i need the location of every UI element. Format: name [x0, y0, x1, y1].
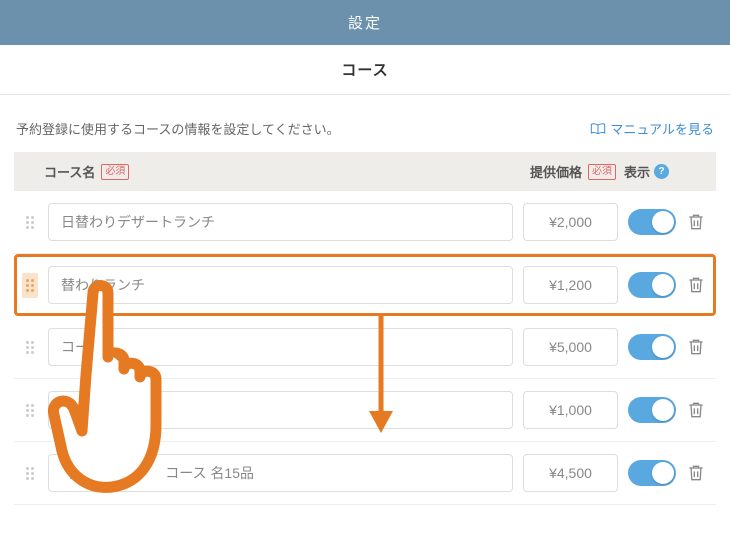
course-name-input[interactable]	[48, 203, 513, 241]
trash-icon	[686, 463, 706, 483]
visibility-toggle[interactable]	[628, 272, 676, 298]
visibility-toggle[interactable]	[628, 397, 676, 423]
course-row	[14, 442, 716, 505]
course-row	[14, 254, 716, 316]
course-price-input[interactable]	[523, 203, 618, 241]
column-price-label: 提供価格	[530, 162, 582, 181]
rows-container	[14, 191, 716, 505]
column-name: コース名 必須	[44, 162, 504, 181]
drag-handle-icon[interactable]	[22, 216, 38, 229]
column-name-label: コース名	[44, 162, 95, 181]
column-show: 表示 ?	[624, 162, 704, 181]
settings-title: 設定	[348, 12, 382, 33]
delete-button[interactable]	[686, 275, 706, 295]
drag-handle-icon[interactable]	[22, 341, 38, 354]
trash-icon	[686, 400, 706, 420]
delete-button[interactable]	[686, 212, 706, 232]
help-icon[interactable]: ?	[654, 164, 669, 179]
course-price-input[interactable]	[523, 266, 618, 304]
delete-button[interactable]	[686, 463, 706, 483]
drag-handle-icon[interactable]	[22, 404, 38, 417]
course-price-input[interactable]	[523, 454, 618, 492]
course-name-input[interactable]	[48, 391, 513, 429]
column-show-label: 表示	[624, 162, 650, 181]
course-row	[14, 191, 716, 254]
content-area: 予約登録に使用するコースの情報を設定してください。 マニュアルを見る コース名 …	[0, 95, 730, 505]
course-price-input[interactable]	[523, 391, 618, 429]
drag-handle-icon[interactable]	[22, 467, 38, 480]
book-icon	[590, 123, 606, 135]
column-price: 提供価格 必須	[504, 162, 624, 181]
required-badge: 必須	[588, 164, 616, 180]
course-name-input[interactable]	[48, 266, 513, 304]
instruction-row: 予約登録に使用するコースの情報を設定してください。 マニュアルを見る	[16, 119, 714, 138]
course-row	[14, 379, 716, 442]
course-name-input[interactable]	[48, 454, 513, 492]
required-badge: 必須	[101, 164, 129, 180]
manual-link-label: マニュアルを見る	[610, 119, 714, 138]
manual-link[interactable]: マニュアルを見る	[590, 119, 714, 138]
trash-icon	[686, 337, 706, 357]
course-name-input[interactable]	[48, 328, 513, 366]
table-header: コース名 必須 提供価格 必須 表示 ?	[14, 152, 716, 191]
courses-subheader: コース	[0, 45, 730, 95]
trash-icon	[686, 275, 706, 295]
course-row	[14, 316, 716, 379]
courses-title: コース	[341, 59, 388, 80]
instruction-text: 予約登録に使用するコースの情報を設定してください。	[16, 119, 340, 138]
course-price-input[interactable]	[523, 328, 618, 366]
visibility-toggle[interactable]	[628, 334, 676, 360]
drag-handle-icon[interactable]	[22, 273, 38, 298]
delete-button[interactable]	[686, 400, 706, 420]
visibility-toggle[interactable]	[628, 209, 676, 235]
settings-header: 設定	[0, 0, 730, 45]
trash-icon	[686, 212, 706, 232]
visibility-toggle[interactable]	[628, 460, 676, 486]
delete-button[interactable]	[686, 337, 706, 357]
